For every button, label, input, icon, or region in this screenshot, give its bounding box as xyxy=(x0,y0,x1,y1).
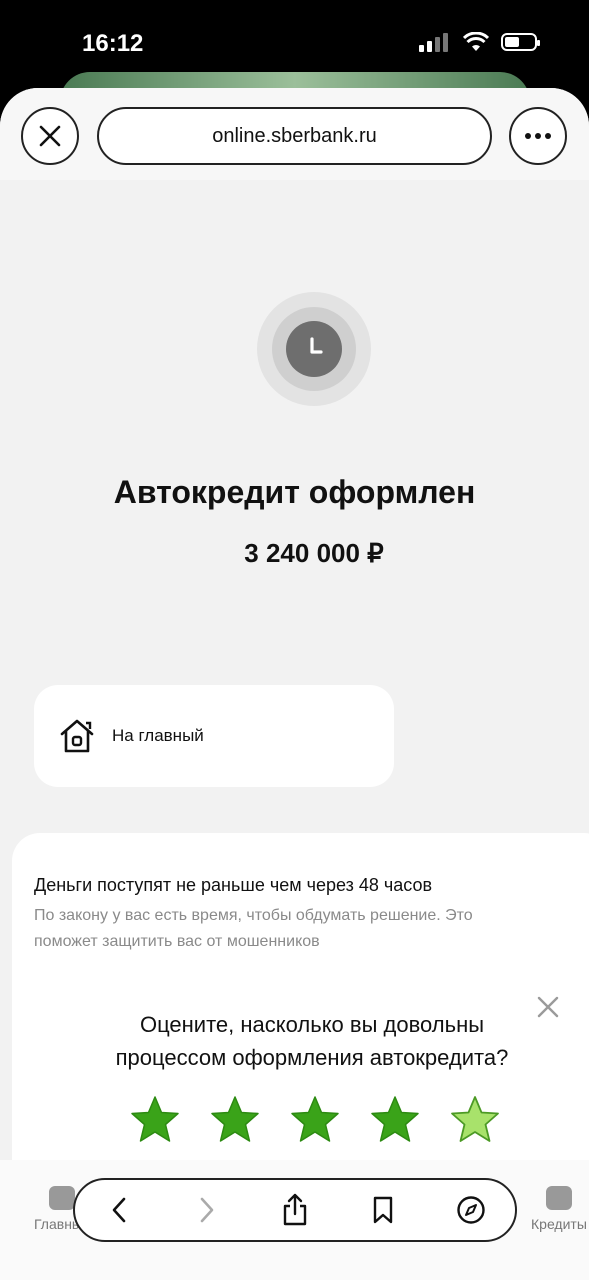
home-button-label: На главный xyxy=(112,726,204,745)
star-4[interactable] xyxy=(369,1095,421,1145)
star-3[interactable] xyxy=(289,1095,341,1145)
close-icon xyxy=(39,125,61,147)
bookmarks-icon xyxy=(373,1196,393,1224)
battery-icon xyxy=(501,33,540,51)
browser-toolbar xyxy=(73,1178,517,1242)
page-title: Автокредит оформлен xyxy=(113,474,476,510)
share-icon xyxy=(283,1193,307,1226)
share-button[interactable] xyxy=(279,1193,311,1226)
clock-icon xyxy=(286,321,342,377)
status-icons xyxy=(419,32,540,52)
browser-sheet: online.sberbank.ru Автокредит оформлен 3… xyxy=(0,88,589,1280)
status-time: 16:12 xyxy=(82,30,144,57)
url-text: online.sberbank.ru xyxy=(212,124,377,147)
rating-question-text: Оцените, насколько вы довольны процессом… xyxy=(115,1012,509,1070)
home-icon xyxy=(60,719,94,753)
rating-stars xyxy=(129,1095,501,1145)
credit-amount: 3 240 000 ₽ xyxy=(244,538,384,568)
wifi-icon xyxy=(463,32,489,51)
rating-question: Оцените, насколько вы довольны процессом… xyxy=(12,1008,589,1074)
star-5[interactable] xyxy=(449,1095,501,1145)
bookmarks-button[interactable] xyxy=(367,1194,399,1226)
url-bar[interactable]: online.sberbank.ru xyxy=(97,107,492,165)
star-2[interactable] xyxy=(209,1095,261,1145)
forward-icon xyxy=(200,1197,214,1223)
back-icon xyxy=(112,1197,126,1223)
wallet-icon xyxy=(545,1186,572,1210)
compass-button[interactable] xyxy=(455,1194,487,1226)
forward-button[interactable] xyxy=(191,1194,223,1226)
compass-icon xyxy=(457,1196,485,1224)
more-button[interactable] xyxy=(509,107,567,165)
star-1[interactable] xyxy=(129,1095,181,1145)
info-subtitle: По закону у вас есть время, чтобы обдума… xyxy=(34,907,473,950)
signal-icon xyxy=(419,32,451,52)
tab-credits-label: Кредиты xyxy=(531,1216,587,1232)
home-button[interactable]: На главный xyxy=(34,685,394,787)
close-button[interactable] xyxy=(21,107,79,165)
browser-topbar: online.sberbank.ru xyxy=(0,88,589,180)
tab-credits[interactable]: Кредиты xyxy=(531,1186,587,1232)
home-tab-icon xyxy=(48,1186,75,1210)
close-rating-icon[interactable] xyxy=(536,995,560,1019)
info-title: Деньги поступят не раньше чем через 48 ч… xyxy=(34,875,433,895)
back-button[interactable] xyxy=(103,1194,135,1226)
more-icon xyxy=(525,133,551,139)
